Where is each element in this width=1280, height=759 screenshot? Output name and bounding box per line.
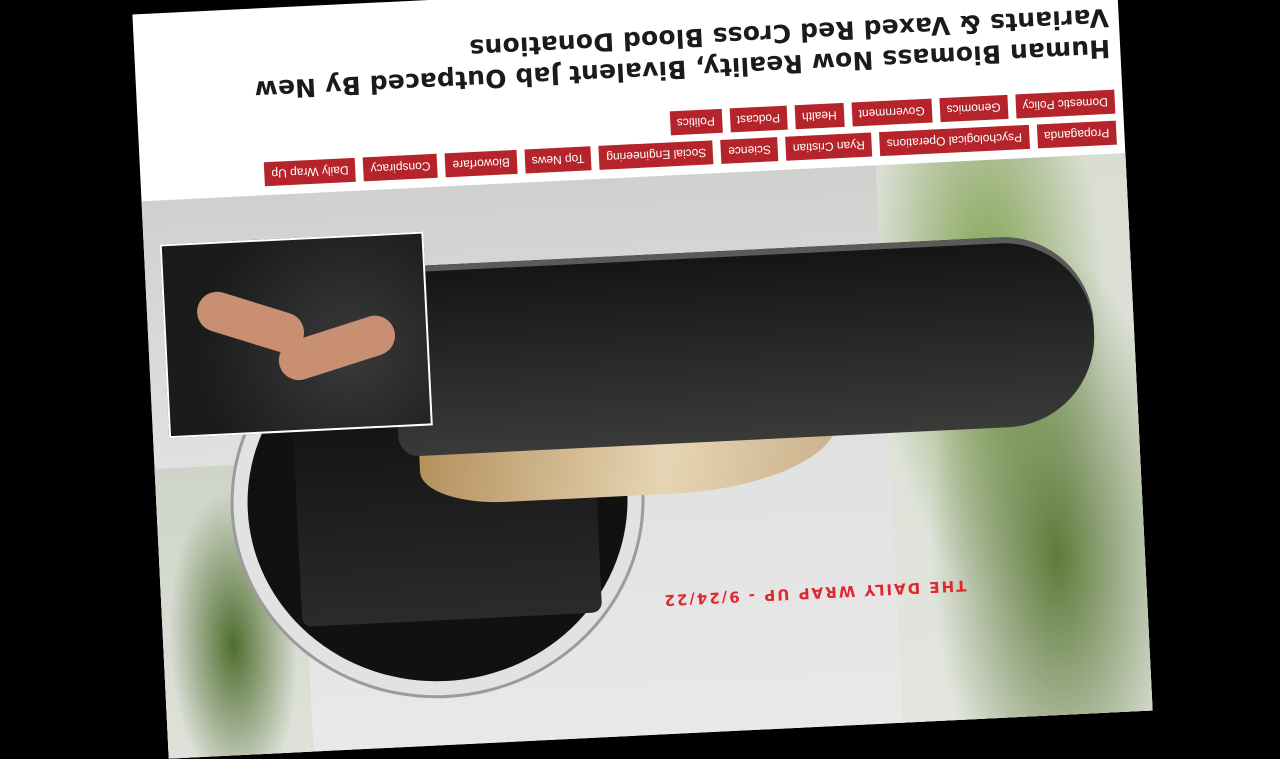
tag-government[interactable]: Government — [851, 98, 933, 127]
tag-conspiracy[interactable]: Conspiracy — [362, 153, 439, 182]
soil-inset-photo — [159, 231, 433, 439]
tag-social-engineering[interactable]: Social Engineering — [598, 140, 714, 170]
tag-genomics[interactable]: Genomics — [939, 94, 1009, 123]
hand-right — [192, 286, 310, 358]
article-headline: Human Biomass Now Reality, Bivalent Jab … — [253, 2, 1111, 105]
tag-politics[interactable]: Politics — [669, 108, 723, 136]
tag-domestic-policy[interactable]: Domestic Policy — [1014, 89, 1116, 119]
tag-health[interactable]: Health — [794, 102, 845, 130]
tag-top-news[interactable]: Top News — [524, 146, 592, 174]
vessel-tray — [390, 233, 1099, 457]
tag-podcast[interactable]: Podcast — [729, 105, 788, 133]
tag-daily-wrap-up[interactable]: Daily Wrap Up — [263, 157, 357, 187]
tag-propaganda[interactable]: Propaganda — [1036, 120, 1117, 149]
tag-bioworfare[interactable]: Bioworfare — [444, 149, 518, 178]
tag-ryan-cristian[interactable]: Ryan Cristian — [785, 132, 873, 161]
screenshot-card: Human Biomass Now Reality, Bivalent Jab … — [132, 0, 1153, 759]
tag-science[interactable]: Science — [720, 137, 779, 164]
hero-image: THE DAILY WRAP UP - 9/24/22 — [136, 152, 1153, 759]
tag-psychological-operations[interactable]: Psychological Operations — [879, 124, 1030, 157]
